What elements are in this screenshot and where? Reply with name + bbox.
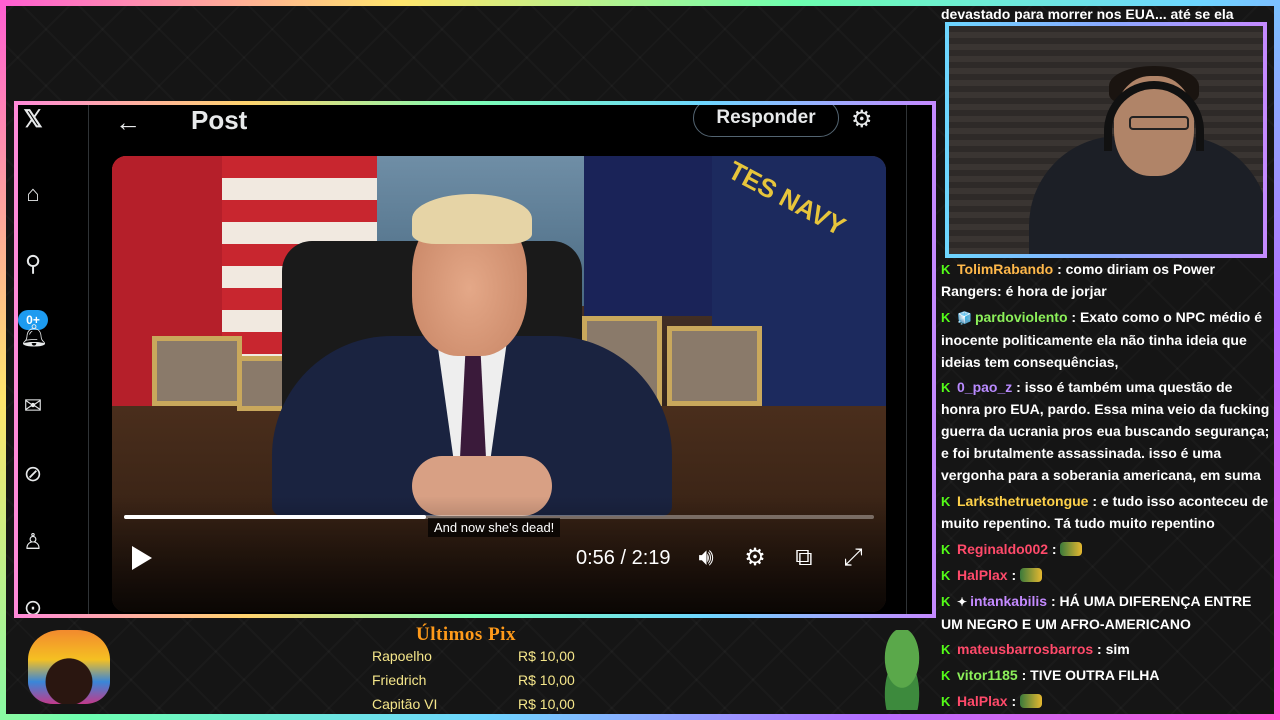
- chat-message: K HalPlax :: [941, 564, 1271, 586]
- user-badge-icon: ✦: [957, 595, 968, 609]
- grok-icon[interactable]: ⊘: [20, 461, 46, 487]
- kick-badge-icon: K: [941, 262, 951, 277]
- more-icon[interactable]: ⊙: [20, 595, 46, 614]
- fullscreen-icon[interactable]: ⤢: [839, 544, 867, 572]
- pix-amount: R$ 10,00: [518, 672, 575, 688]
- pix-title: Últimos Pix: [416, 624, 516, 645]
- chat-username[interactable]: HalPlax: [957, 693, 1008, 709]
- post-header: ← Post Responder ⚙︎: [89, 105, 906, 145]
- photo-frame: [152, 336, 242, 406]
- x-sidebar: 𝕏 ⌂ ⚲ 0+ 🔔︎ ✉ ⊘ ♙ ⊙: [18, 105, 88, 614]
- pix-donor-name: Capitão VI: [372, 696, 438, 712]
- kick-badge-icon: K: [941, 542, 951, 557]
- chat-text: : sim: [1093, 641, 1130, 657]
- chat-username[interactable]: pardoviolento: [975, 309, 1068, 325]
- sliders-icon[interactable]: ⚙︎: [851, 105, 873, 134]
- video-caption: And now she's dead!: [428, 518, 561, 537]
- chat-text: :: [1048, 541, 1061, 557]
- play-icon[interactable]: [130, 544, 154, 572]
- pepe-emote-image: [872, 630, 932, 710]
- kick-badge-icon: K: [941, 668, 951, 683]
- stars-flag: [584, 156, 714, 316]
- glasses: [1129, 116, 1189, 130]
- chat-message: K HalPlax :: [941, 690, 1271, 712]
- photo-frame: [667, 326, 762, 406]
- chat-message: K Reginaldo002 :: [941, 538, 1271, 560]
- chat-username[interactable]: TolimRabando: [957, 261, 1053, 277]
- chat-text: : TIVE OUTRA FILHA: [1017, 667, 1160, 683]
- chat-username[interactable]: 0_pao_z: [957, 379, 1012, 395]
- user-badge-icon: 🧊: [957, 311, 972, 325]
- back-arrow-icon[interactable]: ←: [115, 107, 141, 138]
- kick-badge-icon: K: [941, 642, 951, 657]
- page-title: Post: [191, 105, 248, 135]
- picture-in-picture-icon[interactable]: ⧉: [790, 544, 818, 572]
- pix-amount: R$ 10,00: [518, 648, 575, 664]
- notifications-icon[interactable]: 🔔︎: [20, 323, 48, 349]
- video-time: 0:56 / 2:19: [576, 547, 671, 569]
- video-controls-overlay: [112, 496, 886, 612]
- video-progress-fill: [124, 515, 427, 519]
- x-logo-icon[interactable]: 𝕏: [20, 107, 46, 133]
- mascot-image: [28, 630, 110, 704]
- chat-text: :: [1007, 567, 1021, 583]
- kick-badge-icon: K: [941, 310, 951, 325]
- pix-amount: R$ 10,00: [518, 696, 575, 712]
- home-icon[interactable]: ⌂: [20, 181, 46, 207]
- pix-donor-name: Friedrich: [372, 672, 427, 688]
- chat-text: :: [1007, 693, 1021, 709]
- video-player[interactable]: TES NAVY And now she's dead! 0:56 / 2:19…: [112, 156, 886, 612]
- volume-icon[interactable]: 🔊︎: [692, 544, 720, 572]
- person-hair: [412, 194, 532, 244]
- pix-donor-name: Rapoelho: [372, 648, 432, 664]
- column-divider: [906, 105, 907, 614]
- column-divider: [88, 105, 89, 614]
- search-icon[interactable]: ⚲: [20, 251, 46, 277]
- chat-message: K ✦ intankabilis : HÁ UMA DIFERENÇA ENTRE …: [941, 590, 1271, 635]
- chat-username[interactable]: intankabilis: [970, 593, 1047, 609]
- webcam-feed: [945, 22, 1267, 258]
- chat-emote-icon: [1020, 568, 1043, 582]
- browser-capture: 𝕏 ⌂ ⚲ 0+ 🔔︎ ✉ ⊘ ♙ ⊙ ← Post Responder ⚙︎ …: [14, 101, 936, 618]
- chat-panel: K TolimRabando : como diriam os Power Ran…: [941, 258, 1271, 720]
- chat-username[interactable]: mateusbarrosbarros: [957, 641, 1093, 657]
- chat-username[interactable]: vitor1185: [957, 667, 1018, 683]
- chat-username[interactable]: HalPlax: [957, 567, 1008, 583]
- chat-username[interactable]: Larksthetruetongue: [957, 493, 1088, 509]
- kick-badge-icon: K: [941, 494, 951, 509]
- kick-badge-icon: K: [941, 380, 951, 395]
- chat-message: K 0_pao_z : isso é também uma questão de …: [941, 376, 1271, 486]
- kick-badge-icon: K: [941, 694, 951, 709]
- kick-badge-icon: K: [941, 594, 951, 609]
- chat-message: K TolimRabando : como diriam os Power Ran…: [941, 258, 1271, 302]
- messages-icon[interactable]: ✉: [20, 393, 46, 419]
- chat-message: K 🧊 pardoviolento : Exato como o NPC médio…: [941, 306, 1271, 373]
- profile-icon[interactable]: ♙: [20, 529, 46, 555]
- reply-button[interactable]: Responder: [693, 105, 839, 137]
- settings-icon[interactable]: ⚙: [741, 544, 769, 572]
- chat-username[interactable]: Reginaldo002: [957, 541, 1048, 557]
- bottom-bar: Últimos Pix Rapoelho R$ 10,00 Friedrich …: [6, 622, 936, 714]
- chat-emote-icon: [1060, 542, 1083, 556]
- chat-message: Kvitor1185 : TIVE OUTRA FILHA: [941, 664, 1271, 686]
- chat-message: K Larksthetruetongue : e tudo isso aconte…: [941, 490, 1271, 534]
- chat-message: Kmateusbarrosbarros : sim: [941, 638, 1271, 660]
- kick-badge-icon: K: [941, 568, 951, 583]
- chat-emote-icon: [1020, 694, 1043, 708]
